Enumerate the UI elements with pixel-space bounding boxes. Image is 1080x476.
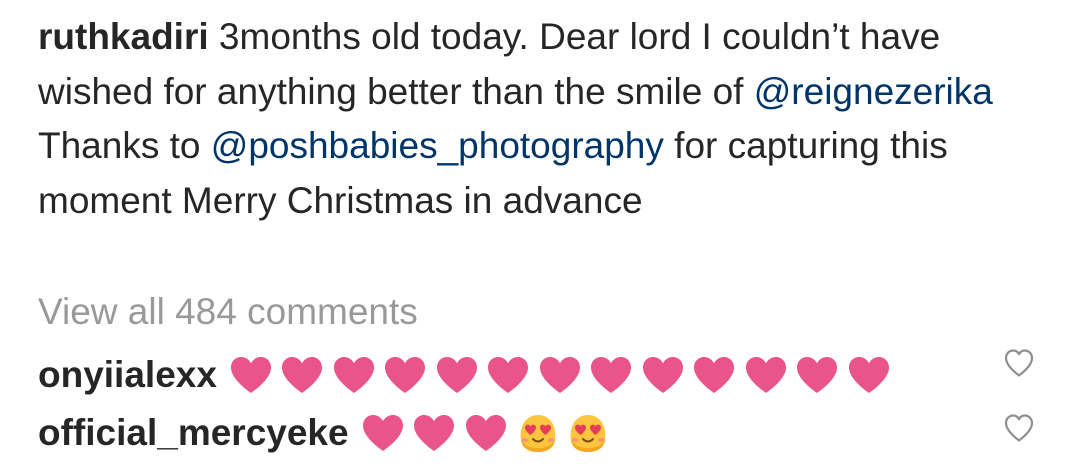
- heart-emoji-icon: [642, 357, 683, 393]
- comment-emojis: [229, 355, 899, 395]
- comment-username[interactable]: onyiialexx: [38, 354, 217, 396]
- view-all-comments-link[interactable]: View all 484 comments: [38, 287, 418, 337]
- heart-emoji-icon: [230, 357, 271, 393]
- heart-emoji-icon: [282, 357, 323, 393]
- caption-username[interactable]: ruthkadiri: [38, 16, 209, 57]
- mention-reignezerika[interactable]: @reignezerika: [754, 71, 993, 112]
- smiling-face-with-heart-eyes-emoji-icon: [570, 415, 606, 452]
- heart-emoji-icon: [333, 357, 374, 393]
- heart-emoji-icon: [465, 415, 506, 451]
- comment-row: official_mercyeke: [38, 408, 1038, 458]
- heart-emoji-icon: [848, 357, 889, 393]
- like-comment-heart-icon[interactable]: [1003, 348, 1035, 378]
- smiling-face-with-heart-eyes-emoji-icon: [520, 415, 556, 452]
- like-comment-heart-icon[interactable]: [1003, 413, 1035, 443]
- heart-emoji-icon: [362, 415, 403, 451]
- heart-emoji-icon: [745, 357, 786, 393]
- heart-emoji-icon: [385, 357, 426, 393]
- heart-emoji-icon: [488, 357, 529, 393]
- heart-emoji-icon: [694, 357, 735, 393]
- comment-emojis: [361, 410, 616, 456]
- comment-username[interactable]: official_mercyeke: [38, 412, 349, 454]
- caption-text-2: Thanks to: [38, 125, 211, 166]
- heart-emoji-icon: [414, 415, 455, 451]
- heart-emoji-icon: [539, 357, 580, 393]
- heart-emoji-icon: [436, 357, 477, 393]
- comment-row: onyiialexx: [38, 350, 1038, 400]
- heart-emoji-icon: [591, 357, 632, 393]
- mention-poshbabies-photography[interactable]: @poshbabies_photography: [211, 125, 664, 166]
- post-caption: ruthkadiri 3months old today. Dear lord …: [38, 10, 1048, 228]
- heart-emoji-icon: [797, 357, 838, 393]
